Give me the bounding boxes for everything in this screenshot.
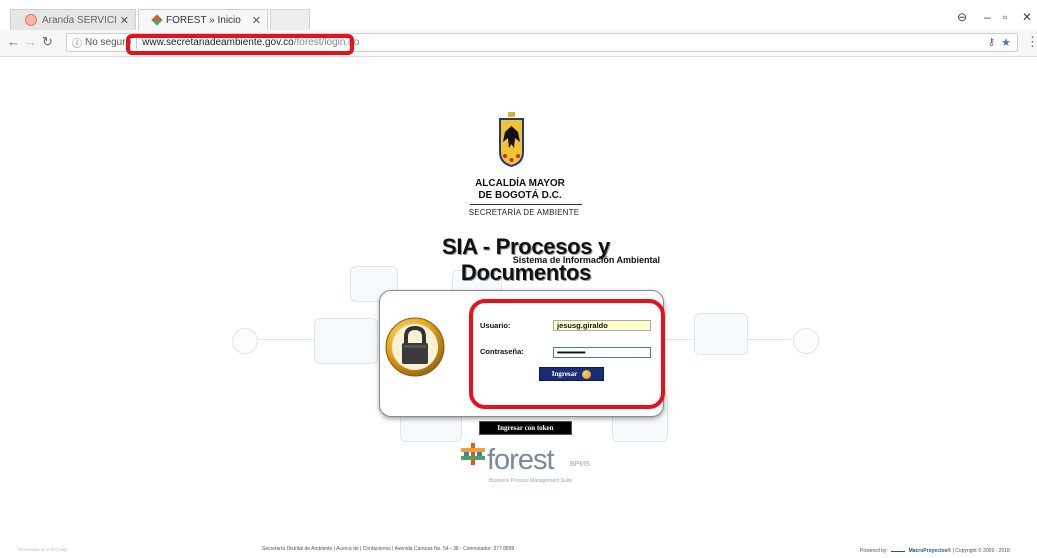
powered-by-brand[interactable]: MacroProyectos® — [909, 548, 952, 554]
back-icon[interactable]: ← — [7, 34, 20, 49]
minimize-icon[interactable]: – — [984, 10, 991, 24]
login-button[interactable]: Ingresar — [539, 367, 604, 381]
username-label: Usuario: — [480, 321, 511, 330]
forest-logo-icon — [461, 443, 485, 465]
powered-by-label: Powered by: — [860, 548, 888, 554]
forest-brand-name: forest — [487, 444, 555, 476]
org-line-2: DE BOGOTÁ D.C. — [478, 190, 562, 201]
app-subtitle: Sistema de Información Ambiental — [512, 255, 660, 265]
decor-box — [314, 318, 378, 364]
department-name: SECRETARÍA DE AMBIENTE — [468, 208, 580, 217]
padlock-icon — [385, 317, 445, 377]
macroproyectos-logo-icon — [891, 545, 906, 552]
close-tab-icon[interactable]: ✕ — [120, 14, 129, 27]
login-button-label: Ingresar — [551, 370, 578, 378]
info-icon[interactable]: ⓘ — [72, 35, 82, 50]
password-input[interactable]: ••••••••••••••••• — [553, 347, 651, 358]
close-tab-icon[interactable]: ✕ — [252, 14, 261, 27]
forest-tagline: Business Process Management Suite — [489, 478, 573, 484]
password-label: Contraseña: — [480, 347, 524, 356]
arrow-right-icon — [582, 369, 592, 379]
address-bar: ← → ↻ ⓘ No seguro www.secretariadeambien… — [0, 30, 1037, 57]
close-window-icon[interactable]: ✕ — [1022, 10, 1032, 24]
key-icon[interactable]: ⚷ — [988, 37, 995, 48]
divider — [470, 204, 582, 205]
aranda-favicon-icon — [25, 14, 37, 26]
decor-box — [694, 313, 748, 355]
menu-icon[interactable]: ⋮ — [1026, 34, 1037, 50]
security-status[interactable]: No seguro — [85, 37, 131, 48]
divider — [136, 36, 138, 49]
tab-aranda[interactable]: Aranda SERVICE DESK® ✕ — [10, 9, 136, 30]
org-line-1: ALCALDÍA MAYOR — [475, 178, 565, 189]
forest-favicon-icon — [151, 14, 163, 26]
decor-circle-left — [232, 328, 258, 354]
organization-name: ALCALDÍA MAYOR DE BOGOTÁ D.C. — [468, 178, 572, 202]
reload-icon[interactable]: ↻ — [42, 34, 53, 50]
restore-icon[interactable]: ▫ — [1003, 10, 1007, 24]
tab-label: Aranda SERVICE DESK® — [42, 14, 116, 26]
browser-tab-bar: Aranda SERVICE DESK® ✕ FOREST » Inicio ✕… — [0, 0, 1037, 30]
footer-links[interactable]: Secretaría Distrital de Ambiente | Acerc… — [262, 546, 514, 552]
copyright-text: | Copyright © 2009 - 2018 — [952, 548, 1010, 554]
url-host: www.secretariadeambiente.gov.co — [142, 37, 294, 48]
new-tab-button[interactable] — [270, 9, 310, 30]
footer-powered-by: Powered by: MacroProyectos® | Copyright … — [860, 545, 1010, 554]
url-path: /forest/login.do — [293, 37, 360, 48]
forest-brand-suffix: BPMS — [570, 461, 590, 468]
tab-label: FOREST » Inicio — [166, 14, 241, 26]
footer-processing-time: Procesado en 0.001 seg — [18, 547, 67, 552]
tab-forest[interactable]: FOREST » Inicio ✕ — [138, 9, 268, 30]
bogota-crest-icon — [499, 112, 524, 167]
decor-circle-right — [793, 328, 819, 354]
username-input[interactable]: jesusg.giraldo — [553, 320, 651, 331]
bookmark-star-icon[interactable]: ★ — [1001, 36, 1011, 49]
url-input[interactable]: ⓘ No seguro www.secretariadeambiente.gov… — [66, 33, 1018, 52]
token-login-label: Ingresar con token — [497, 424, 554, 432]
account-icon[interactable]: ⊖ — [957, 10, 967, 24]
forward-icon[interactable]: → — [24, 34, 37, 49]
token-login-button[interactable]: Ingresar con token — [479, 421, 572, 435]
